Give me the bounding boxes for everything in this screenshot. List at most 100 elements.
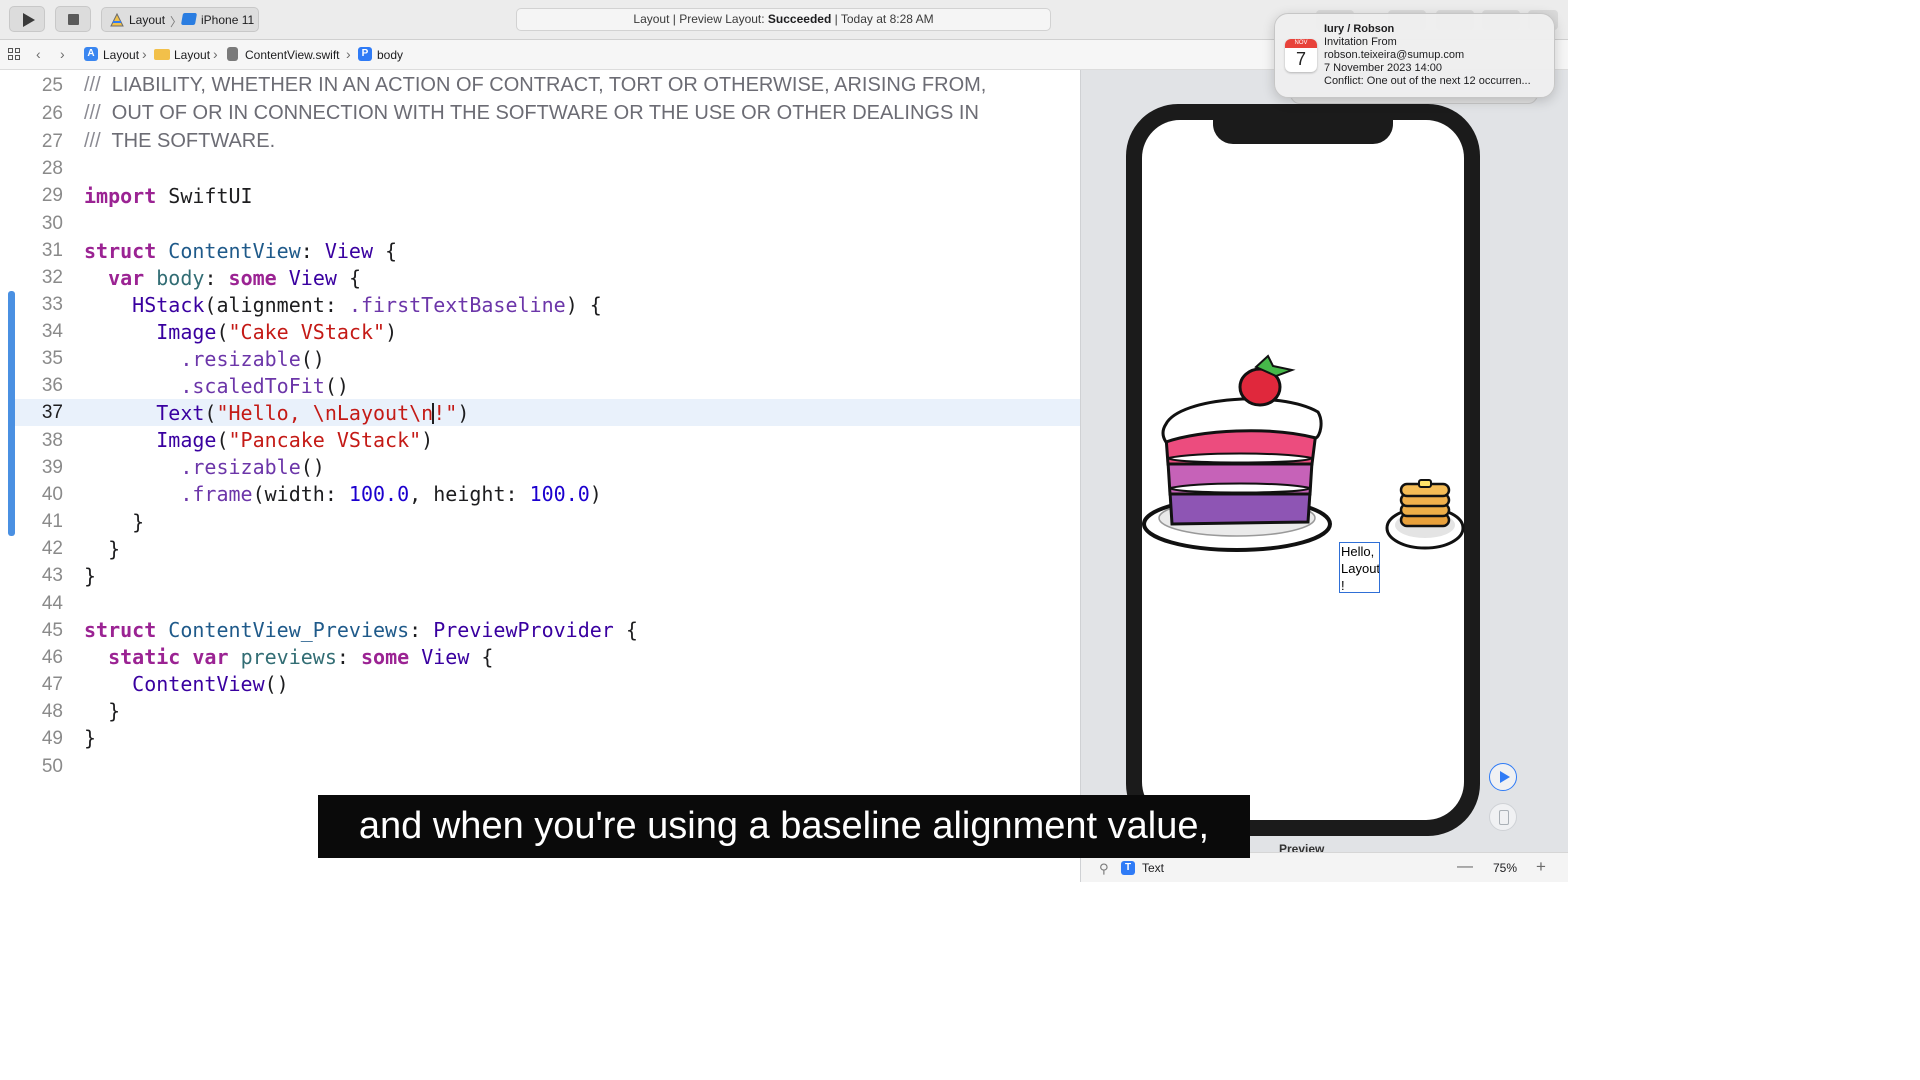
type-name: ContentView [168, 239, 301, 263]
activity-status: Layout | Preview Layout: Succeeded | Tod… [516, 8, 1051, 31]
text-element-icon: T [1121, 861, 1135, 875]
breadcrumb-file[interactable]: ContentView.swift [245, 48, 340, 62]
pin-icon[interactable]: ⚲ [1099, 861, 1109, 877]
line-number: 38 [41, 430, 63, 451]
identifier: height: [433, 482, 518, 506]
device-settings-button[interactable] [1489, 803, 1517, 831]
status-result: Succeeded [767, 12, 832, 26]
forward-chevron-icon[interactable]: › [60, 46, 65, 62]
line-number: 48 [41, 701, 63, 722]
line-number: 39 [41, 457, 63, 478]
notification-line: 7 November 2023 14:00 [1324, 62, 1443, 74]
type-name: View [421, 645, 470, 669]
line-number: 26 [41, 103, 63, 124]
breadcrumb-chevron-icon: › [142, 46, 147, 62]
method: .firstTextBaseline [348, 293, 566, 317]
line-number: 42 [41, 538, 63, 559]
run-icon [23, 13, 35, 27]
zoom-out-button[interactable]: — [1457, 858, 1473, 876]
type-name: Image [156, 428, 217, 452]
code-line: } [84, 537, 121, 561]
keyword: struct [84, 239, 157, 263]
code-line: var body: some View { [108, 266, 362, 290]
device-settings-icon [1499, 810, 1509, 825]
project-icon: A [84, 47, 98, 61]
identifier: previews [240, 645, 337, 669]
calendar-month: NOV [1285, 39, 1317, 48]
line-number: 45 [41, 620, 63, 641]
method: .frame [180, 482, 253, 506]
zoom-in-button[interactable]: + [1536, 857, 1546, 877]
code-line: static var previews: some View { [108, 645, 494, 669]
hello-text-view[interactable]: Hello, Layout ! [1339, 542, 1380, 593]
live-preview-icon [1500, 771, 1510, 783]
keyword: var [192, 645, 229, 669]
identifier: width: [264, 482, 337, 506]
back-chevron-icon[interactable]: ‹ [36, 46, 41, 62]
code-line: ContentView() [132, 672, 289, 696]
breadcrumb-symbol[interactable]: body [377, 48, 403, 62]
line-number: 33 [41, 294, 63, 315]
line-number: 49 [41, 728, 63, 749]
cake-image[interactable] [1140, 352, 1335, 557]
line-number: 41 [41, 511, 63, 532]
breadcrumb-folder[interactable]: Layout [174, 48, 210, 62]
line-number: 28 [41, 158, 63, 179]
notification-title: Iury / Robson [1324, 23, 1395, 35]
type-name: HStack [132, 293, 205, 317]
line-number: 34 [41, 321, 63, 342]
line-number: 25 [41, 75, 63, 96]
live-preview-button[interactable] [1489, 763, 1517, 791]
line-number: 40 [41, 484, 63, 505]
code-line: /// LIABILITY, WHETHER IN AN ACTION OF C… [84, 74, 986, 97]
comment-text: THE SOFTWARE. [111, 130, 276, 152]
keyword: static [108, 645, 181, 669]
code-line: struct ContentView: View { [84, 239, 398, 263]
comment-text: LIABILITY, WHETHER IN AN ACTION OF CONTR… [111, 74, 987, 96]
grid-icon[interactable] [8, 48, 21, 61]
string-literal: "Hello, \nLayout\n [216, 401, 434, 425]
comment-marker: /// [84, 102, 101, 124]
calendar-notification[interactable]: NOV 7 Iury / Robson Invitation From robs… [1274, 13, 1555, 98]
code-line: .frame(width: 100.0, height: 100.0) [180, 482, 602, 506]
type-name: ContentView [132, 672, 265, 696]
type-name: Image [156, 320, 217, 344]
xcode-app-icon [110, 13, 124, 27]
pancake-image[interactable] [1384, 470, 1466, 554]
type-name: Text [156, 401, 205, 425]
stop-button[interactable] [55, 6, 91, 32]
scheme-device: iPhone 11 [201, 13, 255, 27]
line-number: 36 [41, 375, 63, 396]
line-number: 50 [41, 756, 63, 777]
line-number: 31 [41, 240, 63, 261]
method: .resizable [180, 455, 301, 479]
code-line: Image("Pancake VStack") [156, 428, 434, 452]
device-icon [180, 13, 198, 25]
run-button[interactable] [9, 6, 45, 32]
code-line: } [84, 564, 97, 588]
keyword: some [228, 266, 277, 290]
code-line: HStack(alignment: .firstTextBaseline) { [132, 293, 602, 317]
breadcrumb-project[interactable]: Layout [103, 48, 139, 62]
zoom-level[interactable]: 75% [1493, 861, 1517, 875]
line-number: 35 [41, 348, 63, 369]
change-bar [8, 291, 15, 536]
calendar-day: 7 [1295, 49, 1306, 69]
type-name: View [324, 239, 374, 263]
line-number: 32 [41, 267, 63, 288]
line-number-current: 37 [41, 402, 63, 423]
code-line: /// OUT OF OR IN CONNECTION WITH THE SOF… [84, 102, 979, 125]
comment-marker: /// [84, 130, 101, 152]
keyword: struct [84, 618, 157, 642]
code-editor[interactable]: 25 26 27 28 29 30 31 32 33 34 35 36 37 3… [0, 70, 1080, 882]
scheme-selector[interactable]: Layout 〉 iPhone 11 [101, 7, 259, 32]
type-name: ContentView_Previews [168, 618, 410, 642]
scheme-project: Layout [129, 13, 166, 27]
property-icon: P [358, 47, 372, 61]
line-number: 47 [41, 674, 63, 695]
notification-line: Conflict: One out of the next 12 occurre… [1324, 75, 1531, 87]
iphone-notch [1213, 118, 1393, 144]
type-name: PreviewProvider [433, 618, 614, 642]
code-line: .scaledToFit() [180, 374, 349, 398]
string-literal: !" [433, 401, 458, 425]
